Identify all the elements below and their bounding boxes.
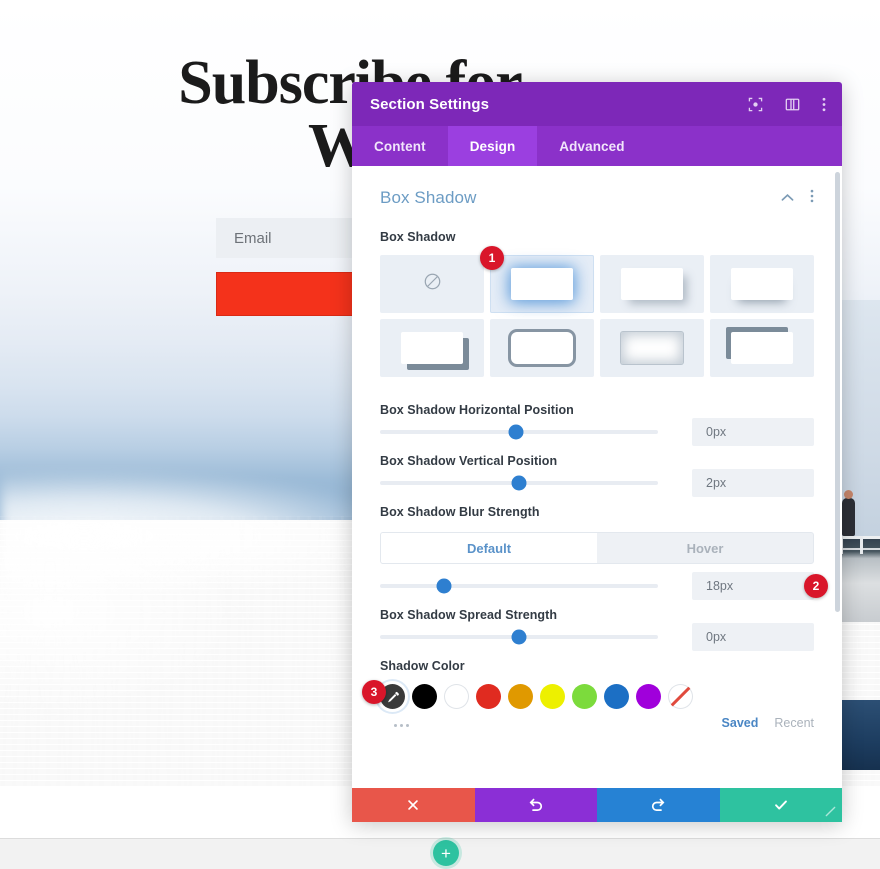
box-shadow-preset-hard-offset[interactable] — [380, 319, 484, 377]
overflow-menu-icon[interactable] — [822, 97, 826, 112]
spread-strength-value[interactable]: 0px — [692, 623, 814, 651]
resize-handle[interactable] — [820, 801, 840, 821]
toggle-option-default[interactable]: Default — [381, 533, 597, 563]
tab-advanced[interactable]: Advanced — [537, 126, 646, 166]
email-placeholder-text: Email — [234, 229, 272, 247]
swatch-yellow[interactable] — [540, 684, 565, 709]
box-shadow-section-header: Box Shadow — [380, 188, 814, 208]
photo-person-right-head — [844, 490, 853, 499]
preset-swatch — [621, 332, 683, 364]
add-section-button[interactable]: + — [433, 840, 459, 866]
box-shadow-field-label: Box Shadow — [380, 230, 456, 244]
undo-button[interactable] — [474, 788, 597, 822]
saved-colors-link[interactable]: Saved — [722, 716, 759, 730]
preset-swatch — [731, 332, 793, 364]
box-shadow-preset-grid: 1 — [380, 246, 814, 377]
swatch-green[interactable] — [572, 684, 597, 709]
saved-recent-links: Saved Recent — [722, 716, 814, 730]
box-shadow-preset-corner[interactable] — [710, 319, 814, 377]
default-hover-toggle: Default Hover — [380, 532, 814, 564]
horizontal-position-slider[interactable] — [380, 424, 658, 440]
slider-thumb[interactable] — [436, 578, 452, 594]
blur-strength-label: Box Shadow Blur Strength — [380, 505, 540, 519]
annotation-badge-2: 2 — [804, 574, 828, 598]
modal-tabs: Content Design Advanced — [352, 126, 842, 166]
box-shadow-preset-glow[interactable]: 1 — [480, 246, 594, 313]
spread-strength-label: Box Shadow Spread Strength — [380, 608, 558, 622]
section-settings-modal: Section Settings Content Design Advanced… — [352, 82, 842, 822]
box-shadow-preset-outline[interactable] — [490, 319, 594, 377]
vertical-position-label: Box Shadow Vertical Position — [380, 454, 558, 468]
modal-body: Box Shadow Box Shadow 1 Box Shadow Horiz… — [352, 166, 842, 788]
tab-design[interactable]: Design — [447, 126, 538, 166]
swatch-orange[interactable] — [508, 684, 533, 709]
shadow-color-label: Shadow Color — [380, 659, 465, 673]
preset-swatch — [511, 332, 573, 364]
chevron-up-icon[interactable] — [781, 189, 794, 207]
slider-thumb[interactable] — [508, 424, 524, 440]
more-colors-icon[interactable] — [394, 723, 409, 727]
preset-swatch — [401, 332, 463, 364]
slider-thumb[interactable] — [511, 629, 527, 645]
preset-swatch — [621, 268, 683, 300]
panel-layout-icon[interactable] — [785, 97, 800, 112]
shadow-color-eyedropper[interactable]: 3 — [362, 680, 405, 709]
blur-strength-value[interactable]: 18px — [692, 572, 814, 600]
shadow-color-control: Shadow Color 3 Saved Recent — [362, 659, 814, 732]
modal-title-icons — [748, 97, 826, 112]
horizontal-position-label: Box Shadow Horizontal Position — [380, 403, 574, 417]
box-shadow-preset-drop-right[interactable] — [600, 255, 704, 313]
photo-rail-post — [860, 536, 863, 554]
page-root: Subscribe for We Email + Section Setting… — [0, 0, 880, 869]
blur-strength-slider[interactable] — [380, 578, 658, 594]
modal-scrollbar[interactable] — [835, 172, 840, 612]
vertical-position-control: Box Shadow Vertical Position 2px — [380, 454, 814, 497]
recent-colors-link[interactable]: Recent — [774, 716, 814, 730]
swatch-purple[interactable] — [636, 684, 661, 709]
preset-swatch — [731, 268, 793, 300]
slider-thumb[interactable] — [511, 475, 527, 491]
cancel-button[interactable] — [352, 788, 475, 822]
color-options-row: Saved Recent — [380, 716, 814, 732]
focus-target-icon[interactable] — [748, 97, 763, 112]
section-heading: Box Shadow — [380, 188, 477, 207]
box-shadow-preset-inset[interactable] — [600, 319, 704, 377]
swatch-transparent[interactable] — [668, 684, 693, 709]
spread-strength-slider[interactable] — [380, 629, 658, 645]
modal-titlebar[interactable]: Section Settings — [352, 82, 842, 126]
toggle-option-hover[interactable]: Hover — [597, 533, 813, 563]
vertical-position-slider[interactable] — [380, 475, 658, 491]
spread-strength-control: Box Shadow Spread Strength 0px — [380, 608, 814, 651]
horizontal-position-value[interactable]: 0px — [692, 418, 814, 446]
modal-title: Section Settings — [370, 95, 490, 113]
annotation-badge-1: 1 — [480, 246, 504, 270]
swatch-black[interactable] — [412, 684, 437, 709]
tab-content[interactable]: Content — [352, 126, 448, 166]
preset-swatch — [511, 268, 573, 300]
swatch-blue[interactable] — [604, 684, 629, 709]
modal-action-bar — [352, 788, 842, 822]
blur-strength-control: Box Shadow Blur Strength Default Hover 1… — [380, 505, 828, 600]
horizontal-position-control: Box Shadow Horizontal Position 0px — [380, 403, 814, 446]
swatch-white[interactable] — [444, 684, 469, 709]
box-shadow-preset-drop-bottom[interactable] — [710, 255, 814, 313]
box-shadow-preset-none[interactable] — [380, 255, 484, 313]
vertical-position-value[interactable]: 2px — [692, 469, 814, 497]
swatch-red[interactable] — [476, 684, 501, 709]
annotation-badge-3: 3 — [362, 680, 386, 704]
redo-button[interactable] — [597, 788, 720, 822]
no-shadow-icon — [423, 272, 442, 296]
shadow-color-swatches: 3 — [362, 680, 814, 709]
photo-person-right — [842, 498, 855, 536]
sea-foam-secondary — [0, 540, 260, 720]
section-overflow-menu-icon[interactable] — [810, 189, 814, 208]
plus-icon: + — [441, 843, 451, 863]
